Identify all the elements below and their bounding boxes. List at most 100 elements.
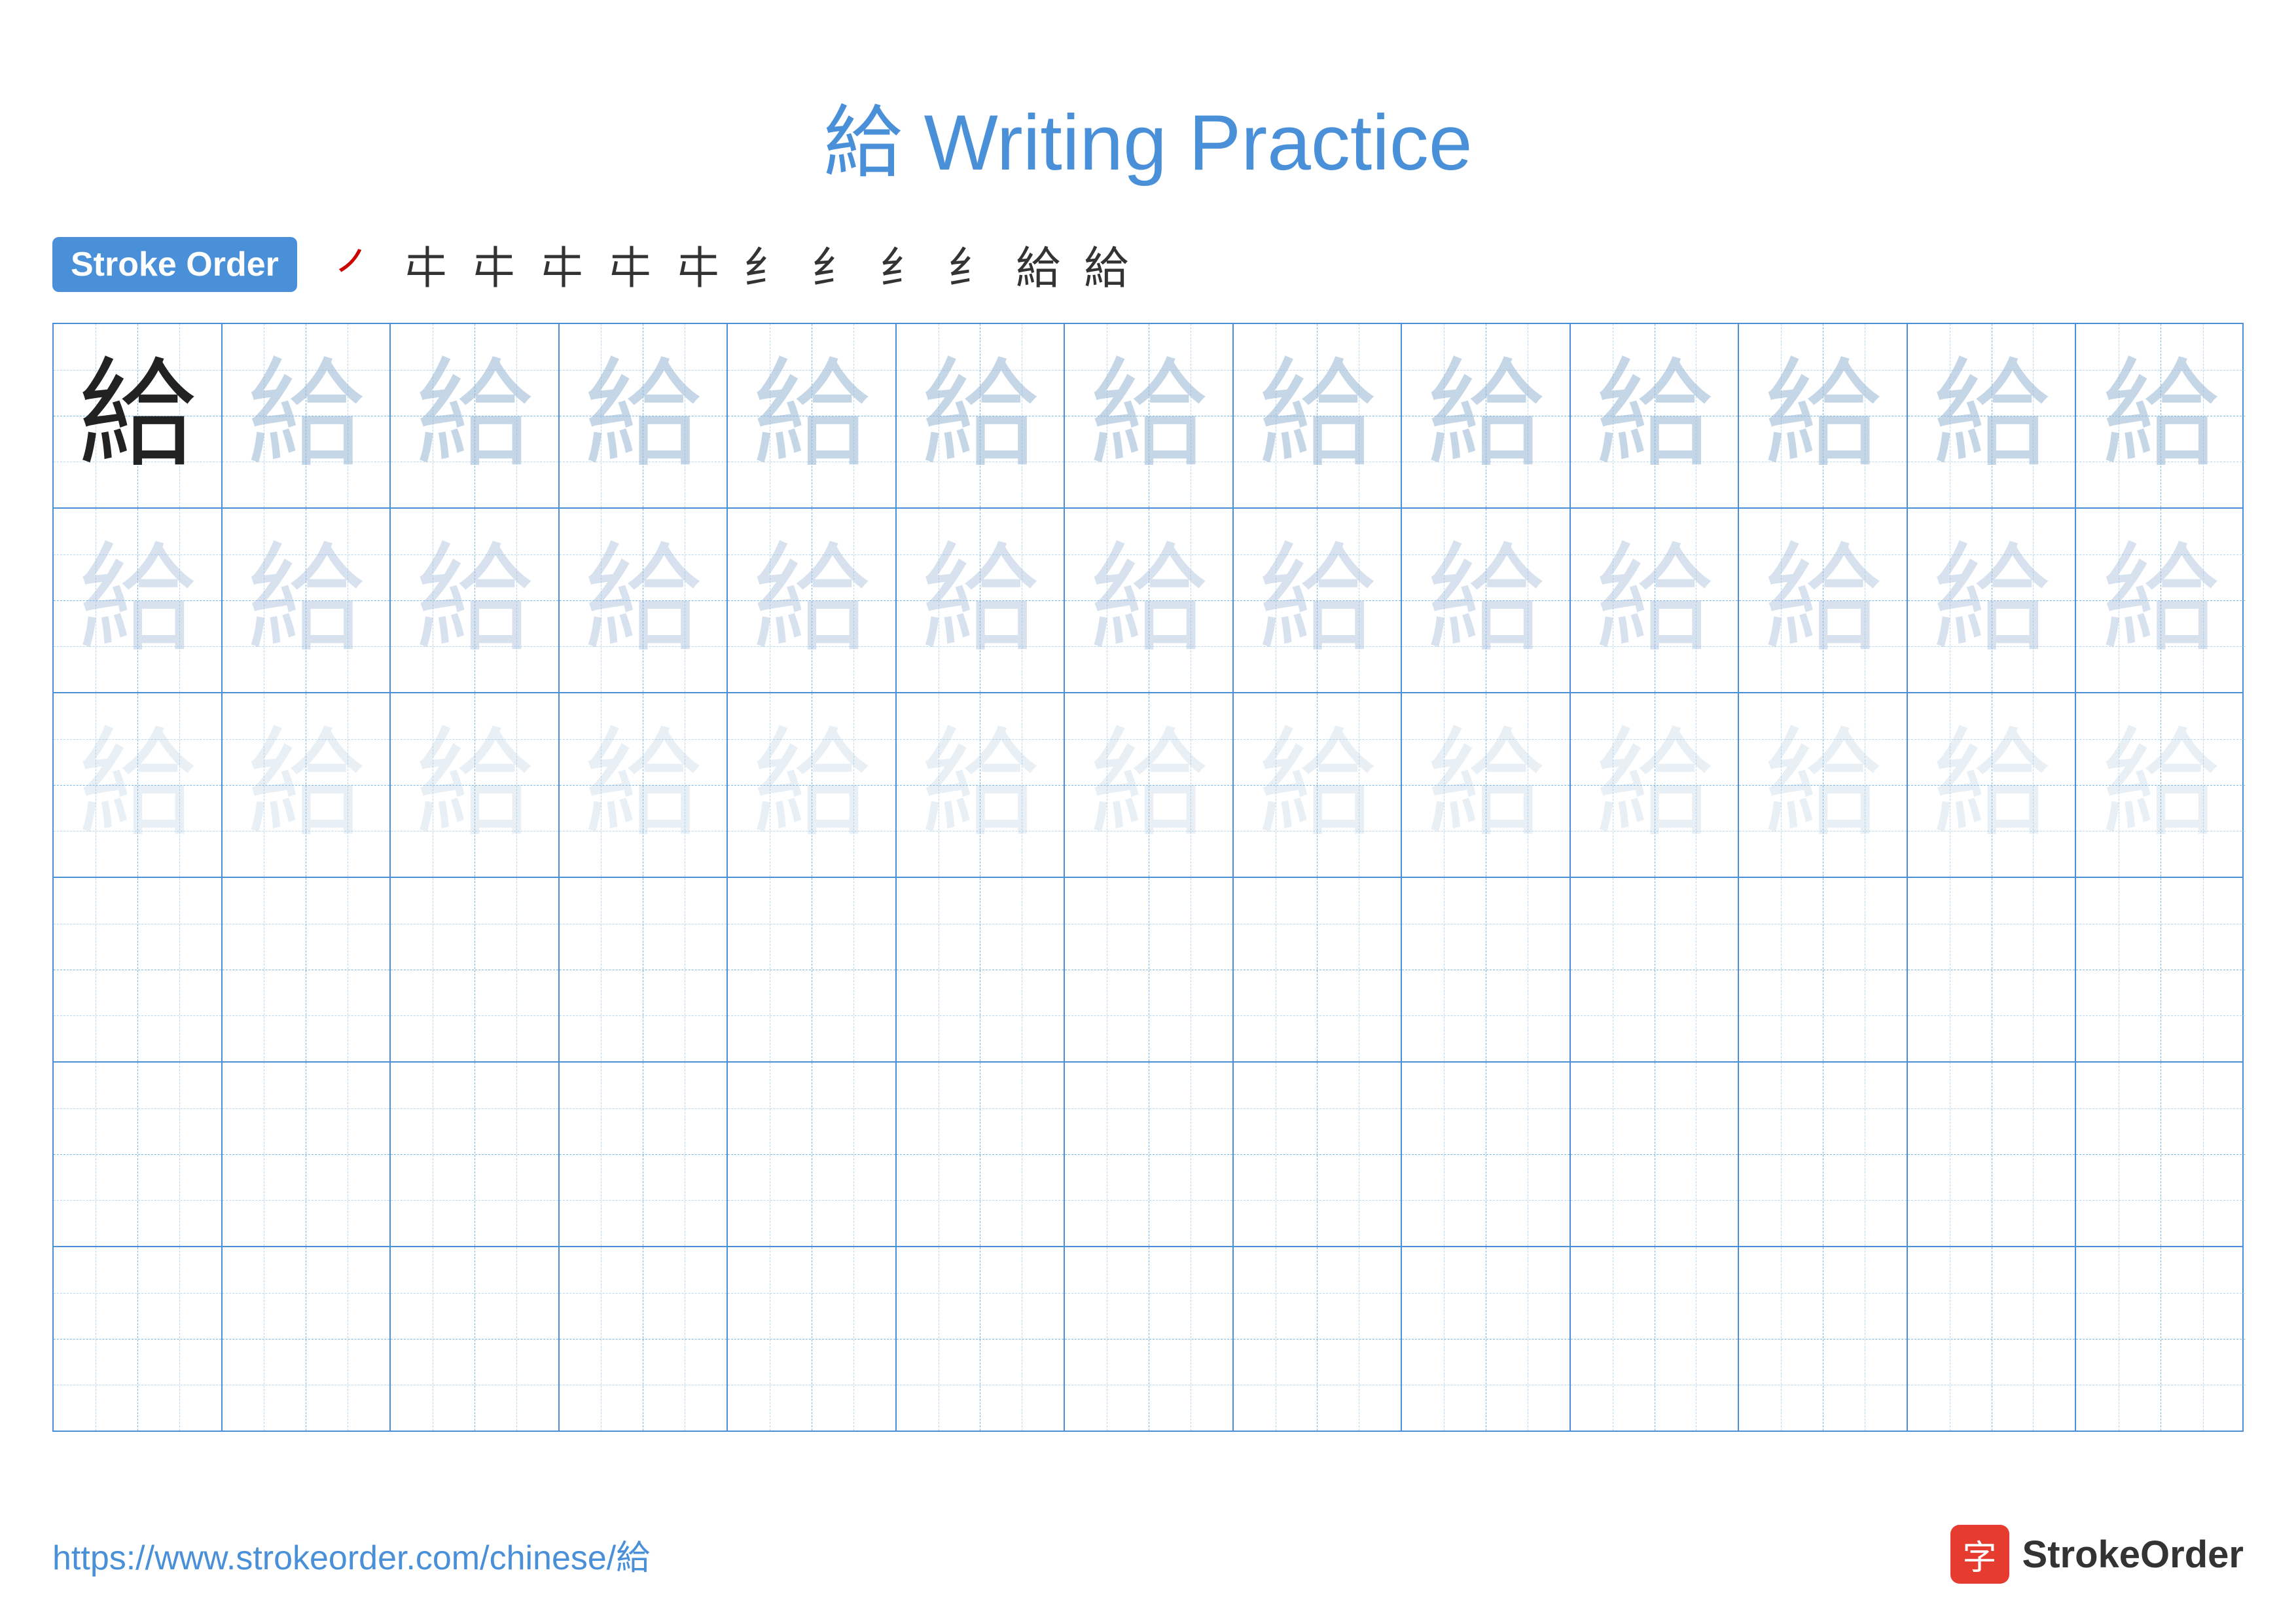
cell-r1c9[interactable]: 給 <box>1402 324 1571 507</box>
cell-r3c7[interactable]: 給 <box>1065 693 1234 877</box>
cell-r1c7[interactable]: 給 <box>1065 324 1234 507</box>
char-guide: 給 <box>2102 541 2219 659</box>
char-guide: 給 <box>1764 541 1882 659</box>
cell-r3c2[interactable]: 給 <box>223 693 391 877</box>
cell-r6c8[interactable] <box>1234 1247 1403 1431</box>
cell-r2c2[interactable]: 給 <box>223 509 391 692</box>
cell-r5c9[interactable] <box>1402 1063 1571 1246</box>
cell-r5c11[interactable] <box>1739 1063 1908 1246</box>
cell-r3c10[interactable]: 給 <box>1571 693 1740 877</box>
cell-r2c6[interactable]: 給 <box>897 509 1066 692</box>
grid-row-6 <box>54 1247 2242 1431</box>
cell-r2c11[interactable]: 給 <box>1739 509 1908 692</box>
cell-r4c1[interactable] <box>54 878 223 1061</box>
footer-url: https://www.strokeorder.com/chinese/給 <box>52 1530 650 1579</box>
char-guide: 給 <box>1933 726 2051 844</box>
stroke-step-8: 纟 <box>812 232 856 297</box>
cell-r4c8[interactable] <box>1234 878 1403 1061</box>
cell-r2c3[interactable]: 給 <box>391 509 560 692</box>
stroke-order-badge: Stroke Order <box>52 237 297 292</box>
cell-r6c1[interactable] <box>54 1247 223 1431</box>
cell-r6c13[interactable] <box>2076 1247 2245 1431</box>
cell-r3c13[interactable]: 給 <box>2076 693 2245 877</box>
cell-r3c3[interactable]: 給 <box>391 693 560 877</box>
cell-r2c12[interactable]: 給 <box>1908 509 2077 692</box>
cell-r3c9[interactable]: 給 <box>1402 693 1571 877</box>
cell-r4c2[interactable] <box>223 878 391 1061</box>
cell-r6c9[interactable] <box>1402 1247 1571 1431</box>
cell-r5c12[interactable] <box>1908 1063 2077 1246</box>
cell-r3c8[interactable]: 給 <box>1234 693 1403 877</box>
cell-r2c4[interactable]: 給 <box>560 509 728 692</box>
cell-r1c8[interactable]: 給 <box>1234 324 1403 507</box>
cell-r6c7[interactable] <box>1065 1247 1234 1431</box>
cell-r4c4[interactable] <box>560 878 728 1061</box>
cell-r2c8[interactable]: 給 <box>1234 509 1403 692</box>
cell-r5c1[interactable] <box>54 1063 223 1246</box>
cell-r5c6[interactable] <box>897 1063 1066 1246</box>
cell-r1c13[interactable]: 給 <box>2076 324 2245 507</box>
cell-r1c11[interactable]: 給 <box>1739 324 1908 507</box>
cell-r2c13[interactable]: 給 <box>2076 509 2245 692</box>
cell-r4c11[interactable] <box>1739 878 1908 1061</box>
cell-r4c9[interactable] <box>1402 878 1571 1061</box>
cell-r1c1[interactable]: 給 <box>54 324 223 507</box>
cell-r2c10[interactable]: 給 <box>1571 509 1740 692</box>
cell-r5c3[interactable] <box>391 1063 560 1246</box>
cell-r4c13[interactable] <box>2076 878 2245 1061</box>
cell-r3c4[interactable]: 給 <box>560 693 728 877</box>
cell-r4c6[interactable] <box>897 878 1066 1061</box>
char-guide: 給 <box>1596 726 1713 844</box>
cell-r1c6[interactable]: 給 <box>897 324 1066 507</box>
stroke-step-6: 㐄 <box>675 232 720 297</box>
char-guide: 給 <box>247 357 365 475</box>
cell-r4c7[interactable] <box>1065 878 1234 1061</box>
cell-r1c3[interactable]: 給 <box>391 324 560 507</box>
char-guide: 給 <box>1764 357 1882 475</box>
title-area: 給 Writing Practice <box>0 0 2296 232</box>
cell-r4c10[interactable] <box>1571 878 1740 1061</box>
char-guide: 給 <box>584 541 702 659</box>
char-dark: 給 <box>79 357 196 475</box>
cell-r5c2[interactable] <box>223 1063 391 1246</box>
cell-r3c12[interactable]: 給 <box>1908 693 2077 877</box>
char-guide: 給 <box>247 541 365 659</box>
char-guide: 給 <box>1258 541 1376 659</box>
cell-r6c3[interactable] <box>391 1247 560 1431</box>
cell-r6c2[interactable] <box>223 1247 391 1431</box>
char-guide: 給 <box>1090 726 1208 844</box>
cell-r6c4[interactable] <box>560 1247 728 1431</box>
cell-r5c5[interactable] <box>728 1063 897 1246</box>
cell-r2c5[interactable]: 給 <box>728 509 897 692</box>
cell-r6c11[interactable] <box>1739 1247 1908 1431</box>
cell-r2c9[interactable]: 給 <box>1402 509 1571 692</box>
cell-r3c1[interactable]: 給 <box>54 693 223 877</box>
cell-r5c8[interactable] <box>1234 1063 1403 1246</box>
cell-r6c10[interactable] <box>1571 1247 1740 1431</box>
cell-r5c7[interactable] <box>1065 1063 1234 1246</box>
cell-r3c5[interactable]: 給 <box>728 693 897 877</box>
cell-r1c5[interactable]: 給 <box>728 324 897 507</box>
cell-r2c1[interactable]: 給 <box>54 509 223 692</box>
cell-r3c6[interactable]: 給 <box>897 693 1066 877</box>
cell-r3c11[interactable]: 給 <box>1739 693 1908 877</box>
cell-r1c4[interactable]: 給 <box>560 324 728 507</box>
cell-r4c3[interactable] <box>391 878 560 1061</box>
cell-r6c5[interactable] <box>728 1247 897 1431</box>
cell-r5c4[interactable] <box>560 1063 728 1246</box>
cell-r6c6[interactable] <box>897 1247 1066 1431</box>
cell-r4c12[interactable] <box>1908 878 2077 1061</box>
grid-row-2: 給 給 給 給 給 給 給 給 <box>54 509 2242 693</box>
char-guide: 給 <box>584 726 702 844</box>
cell-r5c13[interactable] <box>2076 1063 2245 1246</box>
footer-brand: 字 StrokeOrder <box>1950 1525 2244 1584</box>
cell-r2c7[interactable]: 給 <box>1065 509 1234 692</box>
cell-r1c12[interactable]: 給 <box>1908 324 2077 507</box>
page-title: 給 Writing Practice <box>823 99 1472 187</box>
cell-r5c10[interactable] <box>1571 1063 1740 1246</box>
cell-r4c5[interactable] <box>728 878 897 1061</box>
cell-r1c10[interactable]: 給 <box>1571 324 1740 507</box>
stroke-order-row: Stroke Order ㇒ 㐄 㐄 㐄 㐄 㐄 纟 纟 纟 纟 給 給 <box>0 232 2296 323</box>
cell-r6c12[interactable] <box>1908 1247 2077 1431</box>
cell-r1c2[interactable]: 給 <box>223 324 391 507</box>
